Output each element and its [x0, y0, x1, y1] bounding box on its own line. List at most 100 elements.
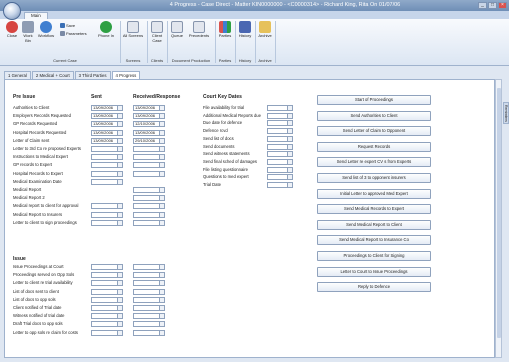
- tab-general[interactable]: 1 General: [4, 71, 31, 79]
- action-button[interactable]: Proceedings to Client for Signing: [317, 251, 431, 261]
- queue-button[interactable]: Queue: [170, 21, 184, 39]
- dropdown-arrow-icon[interactable]: [159, 281, 164, 286]
- received-date-field[interactable]: [133, 146, 165, 152]
- archive-button[interactable]: Archive: [257, 21, 273, 39]
- sent-date-field[interactable]: [91, 313, 123, 320]
- save-button[interactable]: Save: [60, 23, 75, 28]
- dropdown-arrow-icon[interactable]: [159, 147, 164, 151]
- dropdown-arrow-icon[interactable]: [117, 265, 122, 269]
- court-date-field[interactable]: [267, 182, 293, 188]
- court-date-field[interactable]: [267, 143, 293, 150]
- sent-date-field[interactable]: 13/09/2006: [91, 121, 123, 128]
- dropdown-arrow-icon[interactable]: [117, 289, 122, 294]
- dropdown-arrow-icon[interactable]: [159, 106, 164, 110]
- sent-date-field[interactable]: [91, 288, 123, 295]
- received-date-field[interactable]: 13/09/2006: [133, 105, 165, 111]
- dropdown-arrow-icon[interactable]: [159, 265, 164, 269]
- parameters-button[interactable]: Parameters: [60, 31, 87, 36]
- court-date-field[interactable]: [267, 151, 293, 158]
- action-button[interactable]: Send Letter of Claim to Opponent: [317, 126, 431, 137]
- court-date-field[interactable]: [267, 120, 293, 127]
- dropdown-arrow-icon[interactable]: [159, 122, 164, 127]
- received-date-field[interactable]: [133, 264, 165, 270]
- sent-date-field[interactable]: 13/09/2006: [91, 137, 123, 144]
- dropdown-arrow-icon[interactable]: [159, 138, 164, 143]
- dropdown-arrow-icon[interactable]: [159, 273, 164, 278]
- sent-date-field[interactable]: [91, 211, 123, 218]
- received-date-field[interactable]: [133, 296, 165, 303]
- received-date-field[interactable]: [133, 305, 165, 311]
- sent-date-field[interactable]: [91, 264, 123, 270]
- maximize-button[interactable]: □: [488, 2, 497, 9]
- court-date-field[interactable]: [267, 105, 293, 111]
- received-date-field[interactable]: 13/09/2006: [133, 113, 165, 120]
- action-button[interactable]: Send Medical Records to Expert: [317, 204, 431, 215]
- dropdown-arrow-icon[interactable]: [287, 129, 292, 134]
- sent-date-field[interactable]: [91, 321, 123, 328]
- minimize-button[interactable]: _: [478, 2, 487, 9]
- action-button[interactable]: Send Medical Report to Client: [317, 219, 431, 230]
- received-date-field[interactable]: [133, 329, 165, 336]
- action-button[interactable]: Start of Proceedings: [317, 95, 431, 105]
- dropdown-arrow-icon[interactable]: [287, 121, 292, 126]
- court-date-field[interactable]: [267, 128, 293, 135]
- scrollbar-thumb[interactable]: [497, 88, 501, 338]
- sent-date-field[interactable]: [91, 272, 123, 279]
- action-button[interactable]: Send list of 3 to opponent insurers: [317, 173, 431, 183]
- reminders-side-tab[interactable]: Reminders: [503, 102, 509, 124]
- dropdown-arrow-icon[interactable]: [117, 314, 122, 319]
- dropdown-arrow-icon[interactable]: [159, 212, 164, 217]
- dropdown-arrow-icon[interactable]: [159, 297, 164, 302]
- client-case-button[interactable]: Client Case: [149, 21, 165, 43]
- parties-button[interactable]: Parties: [217, 21, 233, 39]
- dropdown-arrow-icon[interactable]: [117, 273, 122, 278]
- dropdown-arrow-icon[interactable]: [159, 163, 164, 168]
- dropdown-arrow-icon[interactable]: [117, 163, 122, 168]
- dropdown-arrow-icon[interactable]: [159, 314, 164, 319]
- action-button[interactable]: Send Letter re expert CV s from Experts: [317, 157, 431, 168]
- dropdown-arrow-icon[interactable]: [287, 175, 292, 180]
- dropdown-arrow-icon[interactable]: [159, 220, 164, 225]
- sent-date-field[interactable]: [91, 162, 123, 169]
- dropdown-arrow-icon[interactable]: [287, 136, 292, 141]
- dropdown-arrow-icon[interactable]: [159, 155, 164, 160]
- dropdown-arrow-icon[interactable]: [117, 220, 122, 225]
- sent-date-field[interactable]: [91, 178, 123, 185]
- dropdown-arrow-icon[interactable]: [287, 144, 292, 149]
- dropdown-arrow-icon[interactable]: [159, 196, 164, 201]
- action-button[interactable]: Reply to Defence: [317, 282, 431, 293]
- precedents-button[interactable]: Precedents: [187, 21, 211, 39]
- sent-date-field[interactable]: [91, 203, 123, 210]
- work-bin-button[interactable]: Work Bin: [20, 21, 36, 43]
- received-date-field[interactable]: [133, 280, 165, 287]
- received-date-field[interactable]: [133, 195, 165, 202]
- dropdown-arrow-icon[interactable]: [117, 147, 122, 151]
- received-date-field[interactable]: [133, 321, 165, 328]
- dropdown-arrow-icon[interactable]: [117, 155, 122, 160]
- sent-date-field[interactable]: 13/09/2006: [91, 129, 123, 136]
- court-date-field[interactable]: [267, 166, 293, 173]
- sent-date-field[interactable]: [91, 305, 123, 311]
- dropdown-arrow-icon[interactable]: [117, 171, 122, 176]
- action-button[interactable]: Send Authorities to Client: [317, 110, 431, 121]
- dropdown-arrow-icon[interactable]: [287, 183, 292, 187]
- dropdown-arrow-icon[interactable]: [117, 212, 122, 217]
- sent-date-field[interactable]: [91, 170, 123, 177]
- sent-date-field[interactable]: [91, 146, 123, 152]
- dropdown-arrow-icon[interactable]: [159, 130, 164, 135]
- received-date-field[interactable]: 29/10/2006: [133, 137, 165, 144]
- dropdown-arrow-icon[interactable]: [287, 152, 292, 157]
- tab-medical-court[interactable]: 2 Medical + Court: [31, 71, 74, 79]
- sent-date-field[interactable]: [91, 154, 123, 161]
- workflow-button[interactable]: Workflow: [37, 21, 55, 39]
- phone-in-button[interactable]: Phone In: [97, 21, 115, 39]
- dropdown-arrow-icon[interactable]: [117, 106, 122, 110]
- sent-date-field[interactable]: [91, 280, 123, 287]
- dropdown-arrow-icon[interactable]: [117, 322, 122, 327]
- dropdown-arrow-icon[interactable]: [117, 330, 122, 335]
- dropdown-arrow-icon[interactable]: [159, 306, 164, 310]
- action-button[interactable]: Send Medical Report to Insurance Co: [317, 235, 431, 246]
- sent-date-field[interactable]: 13/09/2006: [91, 113, 123, 120]
- dropdown-arrow-icon[interactable]: [159, 188, 164, 192]
- received-date-field[interactable]: 12/10/2006: [133, 121, 165, 128]
